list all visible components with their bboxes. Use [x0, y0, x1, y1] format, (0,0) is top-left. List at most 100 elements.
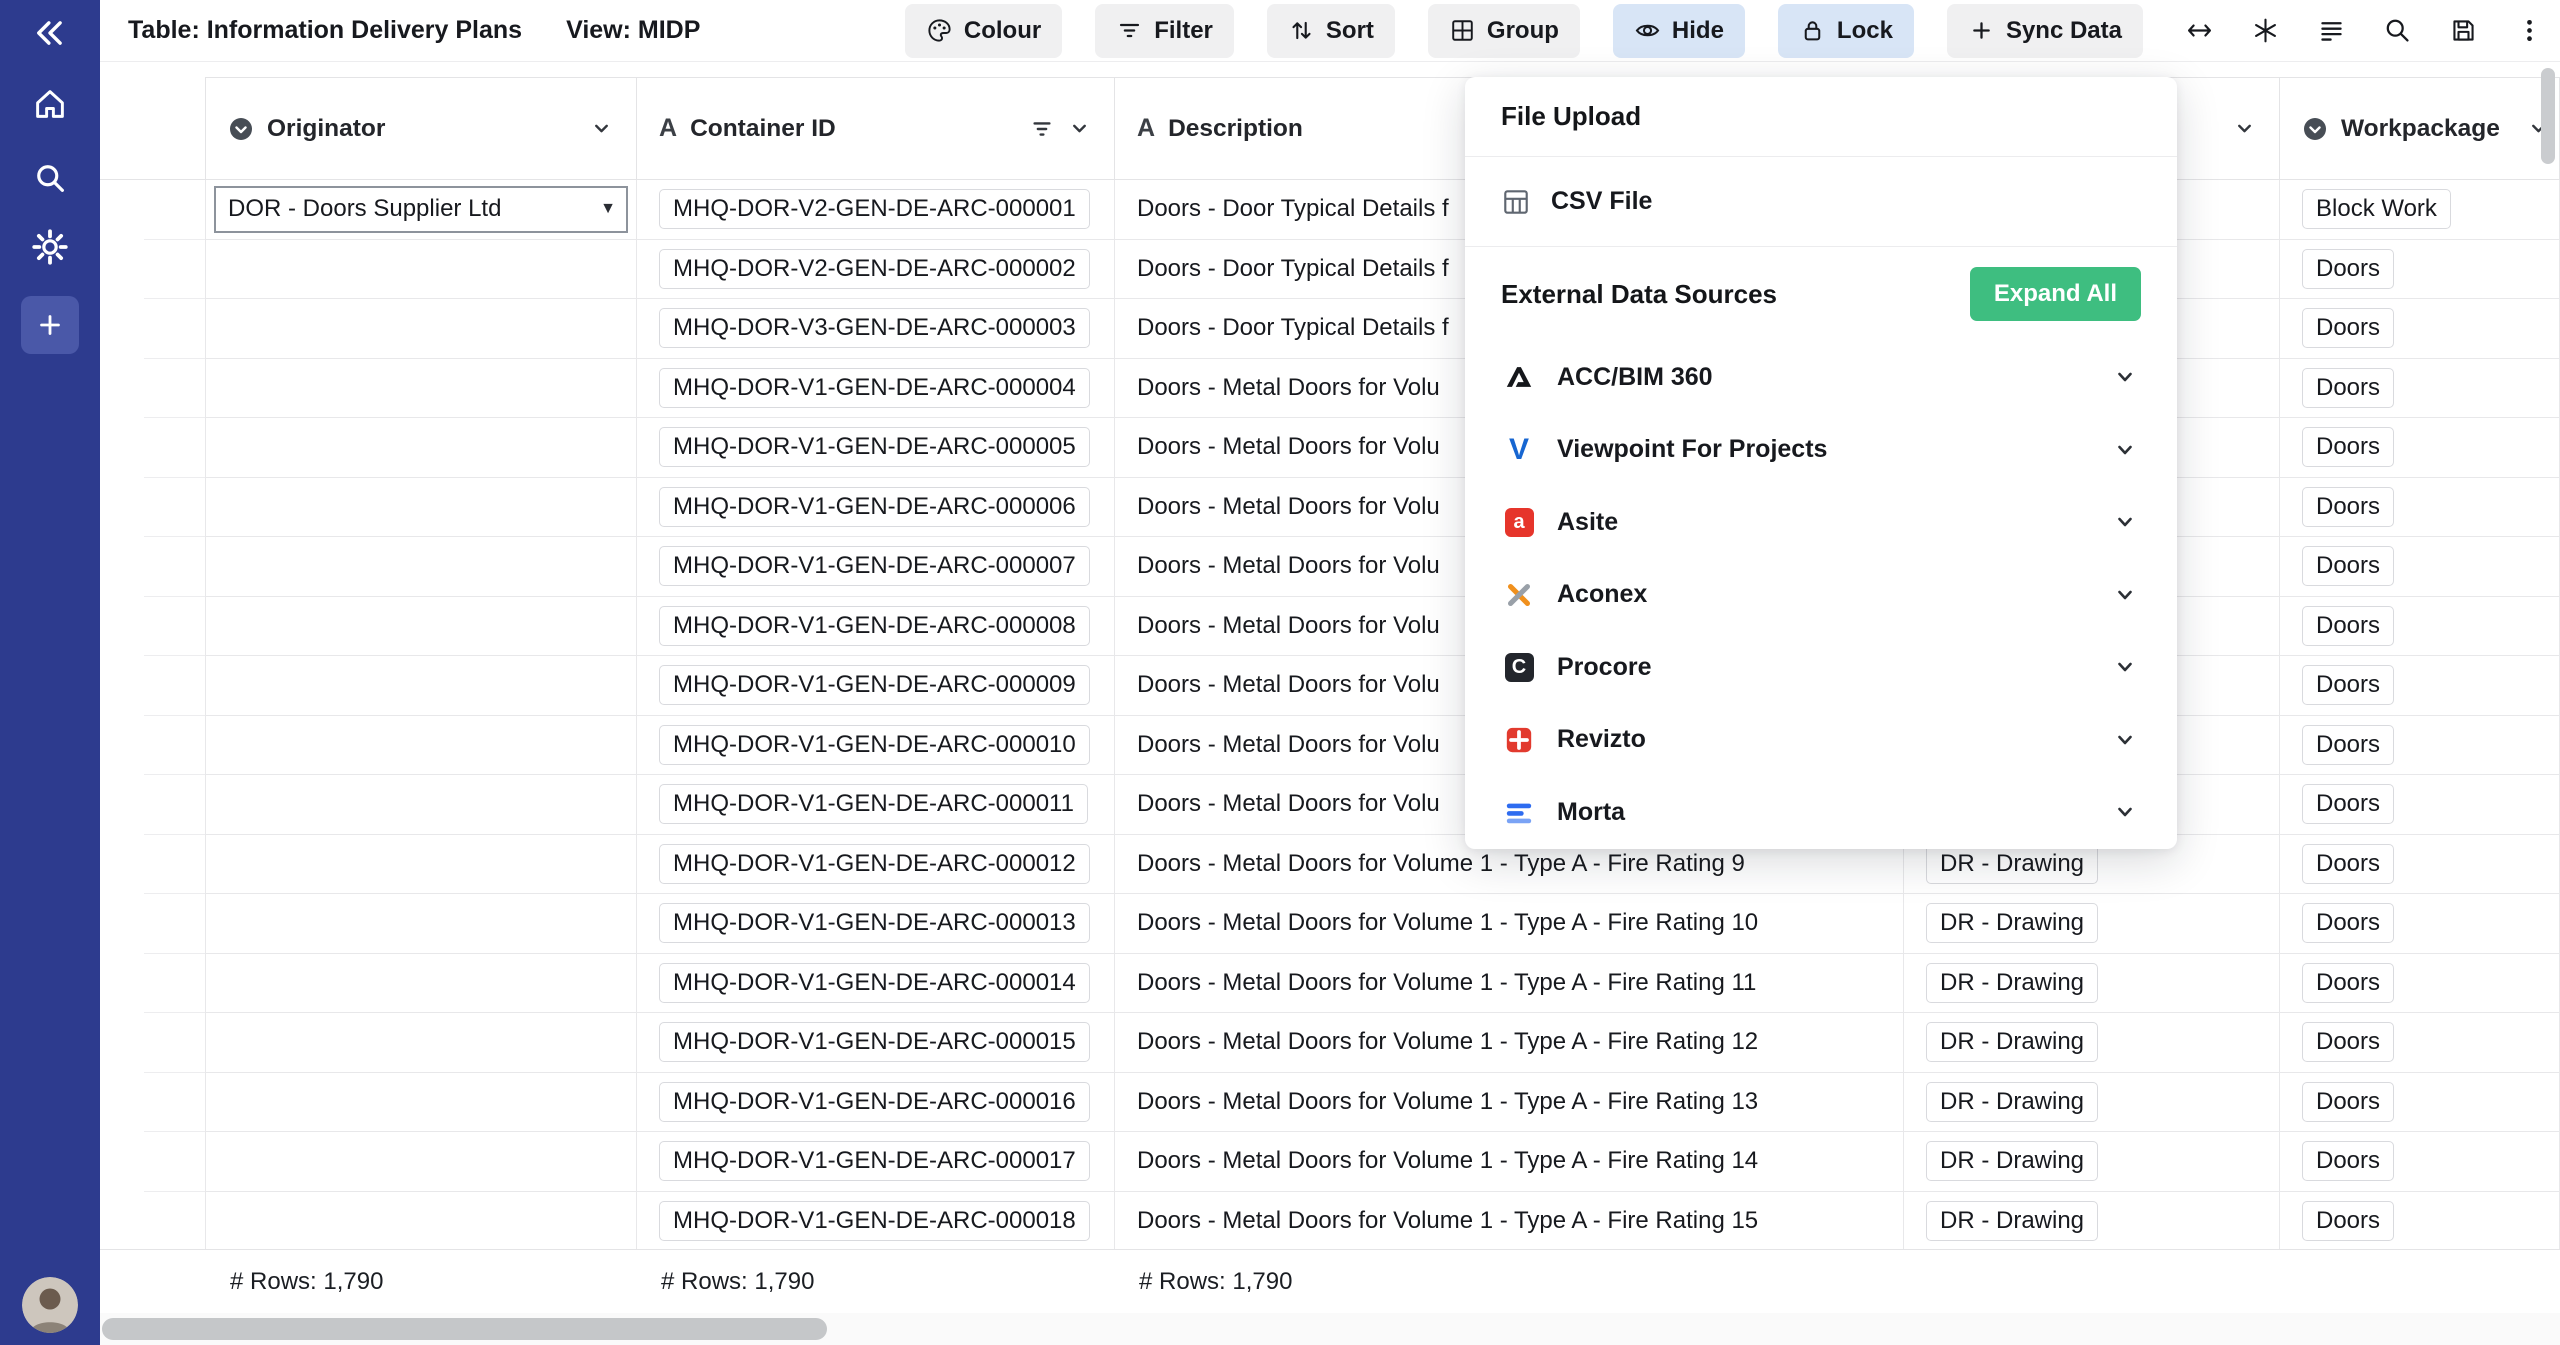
freeze-snowflake-icon[interactable] [2251, 16, 2280, 45]
row-handle-cell[interactable] [100, 1132, 206, 1192]
expand-all-button[interactable]: Expand All [1970, 267, 2141, 321]
data-source-item[interactable]: Aconex [1465, 559, 2177, 632]
workpackage-cell[interactable]: Doors [2280, 775, 2560, 835]
workpackage-cell[interactable]: Doors [2280, 835, 2560, 895]
originator-select[interactable]: DOR - Doors Supplier Ltd▼ [214, 186, 628, 233]
workpackage-cell[interactable]: Doors [2280, 656, 2560, 716]
data-source-item[interactable]: Revizto [1465, 704, 2177, 777]
vertical-scrollbar-thumb[interactable] [2541, 68, 2555, 164]
container-id-cell[interactable]: MHQ-DOR-V1-GEN-DE-ARC-000011 [637, 775, 1115, 835]
workpackage-cell[interactable]: Doors [2280, 359, 2560, 419]
container-id-cell[interactable]: MHQ-DOR-V1-GEN-DE-ARC-000008 [637, 597, 1115, 657]
originator-cell[interactable] [206, 1132, 637, 1192]
originator-cell[interactable] [206, 240, 637, 300]
originator-cell[interactable] [206, 1073, 637, 1133]
workpackage-cell[interactable]: Doors [2280, 597, 2560, 657]
workpackage-cell[interactable]: Doors [2280, 1013, 2560, 1073]
row-handle-cell[interactable] [100, 537, 206, 597]
workpackage-cell[interactable]: Doors [2280, 1073, 2560, 1133]
row-handle-cell[interactable] [100, 359, 206, 419]
container-id-cell[interactable]: MHQ-DOR-V1-GEN-DE-ARC-000016 [637, 1073, 1115, 1133]
collapse-sidebar-button[interactable] [0, 15, 100, 51]
column-header-workpackage[interactable]: Workpackage [2280, 77, 2560, 180]
row-handle-cell[interactable] [100, 954, 206, 1014]
originator-cell[interactable] [206, 954, 637, 1014]
data-source-item[interactable]: CProcore [1465, 631, 2177, 704]
user-avatar[interactable] [22, 1277, 78, 1333]
originator-cell[interactable] [206, 1192, 637, 1252]
group-button[interactable]: Group [1428, 4, 1580, 58]
doc-type-cell[interactable]: DR - Drawing [1904, 954, 2280, 1014]
container-id-cell[interactable]: MHQ-DOR-V1-GEN-DE-ARC-000006 [637, 478, 1115, 538]
workpackage-cell[interactable]: Doors [2280, 1192, 2560, 1252]
description-cell[interactable]: Doors - Metal Doors for Volume 1 - Type … [1115, 1013, 1904, 1073]
row-handle-cell[interactable] [100, 656, 206, 716]
workpackage-cell[interactable]: Doors [2280, 954, 2560, 1014]
doc-type-cell[interactable]: DR - Drawing [1904, 1192, 2280, 1252]
home-button[interactable] [0, 86, 100, 122]
row-handle-cell[interactable] [100, 299, 206, 359]
container-id-cell[interactable]: MHQ-DOR-V1-GEN-DE-ARC-000015 [637, 1013, 1115, 1073]
row-handle-cell[interactable] [100, 716, 206, 776]
originator-cell[interactable] [206, 537, 637, 597]
doc-type-cell[interactable]: DR - Drawing [1904, 894, 2280, 954]
workpackage-cell[interactable]: Doors [2280, 299, 2560, 359]
doc-type-cell[interactable]: DR - Drawing [1904, 1073, 2280, 1133]
container-id-cell[interactable]: MHQ-DOR-V1-GEN-DE-ARC-000014 [637, 954, 1115, 1014]
workpackage-cell[interactable]: Doors [2280, 894, 2560, 954]
data-source-item[interactable]: VViewpoint For Projects [1465, 414, 2177, 487]
row-handle-cell[interactable] [100, 894, 206, 954]
description-cell[interactable]: Doors - Metal Doors for Volume 1 - Type … [1115, 954, 1904, 1014]
column-header-container-id[interactable]: A Container ID [637, 77, 1115, 180]
workpackage-cell[interactable]: Doors [2280, 478, 2560, 538]
description-cell[interactable]: Doors - Metal Doors for Volume 1 - Type … [1115, 1132, 1904, 1192]
container-id-cell[interactable]: MHQ-DOR-V1-GEN-DE-ARC-000004 [637, 359, 1115, 419]
workpackage-cell[interactable]: Doors [2280, 240, 2560, 300]
workpackage-cell[interactable]: Doors [2280, 716, 2560, 776]
originator-cell[interactable]: DOR - Doors Supplier Ltd▼ [206, 180, 637, 240]
container-id-cell[interactable]: MHQ-DOR-V3-GEN-DE-ARC-000003 [637, 299, 1115, 359]
originator-cell[interactable] [206, 716, 637, 776]
container-id-cell[interactable]: MHQ-DOR-V1-GEN-DE-ARC-000013 [637, 894, 1115, 954]
row-handle-cell[interactable] [100, 775, 206, 835]
more-options-icon[interactable] [2515, 16, 2544, 45]
row-list-icon[interactable] [2317, 16, 2346, 45]
lock-button[interactable]: Lock [1778, 4, 1914, 58]
originator-cell[interactable] [206, 299, 637, 359]
chevron-down-icon[interactable] [589, 116, 614, 141]
row-handle-cell[interactable] [100, 478, 206, 538]
workpackage-cell[interactable]: Doors [2280, 1132, 2560, 1192]
container-id-cell[interactable]: MHQ-DOR-V2-GEN-DE-ARC-000002 [637, 240, 1115, 300]
originator-cell[interactable] [206, 775, 637, 835]
workpackage-cell[interactable]: Doors [2280, 418, 2560, 478]
container-id-cell[interactable]: MHQ-DOR-V1-GEN-DE-ARC-000012 [637, 835, 1115, 895]
container-id-cell[interactable]: MHQ-DOR-V1-GEN-DE-ARC-000009 [637, 656, 1115, 716]
originator-cell[interactable] [206, 1013, 637, 1073]
originator-cell[interactable] [206, 418, 637, 478]
description-cell[interactable]: Doors - Metal Doors for Volume 1 - Type … [1115, 1192, 1904, 1252]
row-handle-cell[interactable] [100, 180, 206, 240]
filter-button[interactable]: Filter [1095, 4, 1234, 58]
row-handle-cell[interactable] [100, 418, 206, 478]
add-new-button[interactable] [21, 296, 79, 354]
csv-file-item[interactable]: CSV File [1465, 157, 2177, 247]
container-id-cell[interactable]: MHQ-DOR-V1-GEN-DE-ARC-000010 [637, 716, 1115, 776]
horizontal-scrollbar[interactable] [100, 1313, 2560, 1345]
hide-button[interactable]: Hide [1613, 4, 1745, 58]
description-cell[interactable]: Doors - Metal Doors for Volume 1 - Type … [1115, 894, 1904, 954]
colour-button[interactable]: Colour [905, 4, 1062, 58]
container-id-cell[interactable]: MHQ-DOR-V1-GEN-DE-ARC-000017 [637, 1132, 1115, 1192]
doc-type-cell[interactable]: DR - Drawing [1904, 1013, 2280, 1073]
row-handle-cell[interactable] [100, 240, 206, 300]
row-handle-cell[interactable] [100, 597, 206, 657]
originator-cell[interactable] [206, 835, 637, 895]
filter-funnel-icon[interactable] [1030, 117, 1054, 141]
chevron-down-icon[interactable] [2232, 116, 2257, 141]
data-source-item[interactable]: ACC/BIM 360 [1465, 341, 2177, 414]
row-handle-cell[interactable] [100, 835, 206, 895]
originator-cell[interactable] [206, 359, 637, 419]
workpackage-cell[interactable]: Block Work [2280, 180, 2560, 240]
container-id-cell[interactable]: MHQ-DOR-V1-GEN-DE-ARC-000005 [637, 418, 1115, 478]
container-id-cell[interactable]: MHQ-DOR-V1-GEN-DE-ARC-000007 [637, 537, 1115, 597]
data-source-item[interactable]: aAsite [1465, 486, 2177, 559]
